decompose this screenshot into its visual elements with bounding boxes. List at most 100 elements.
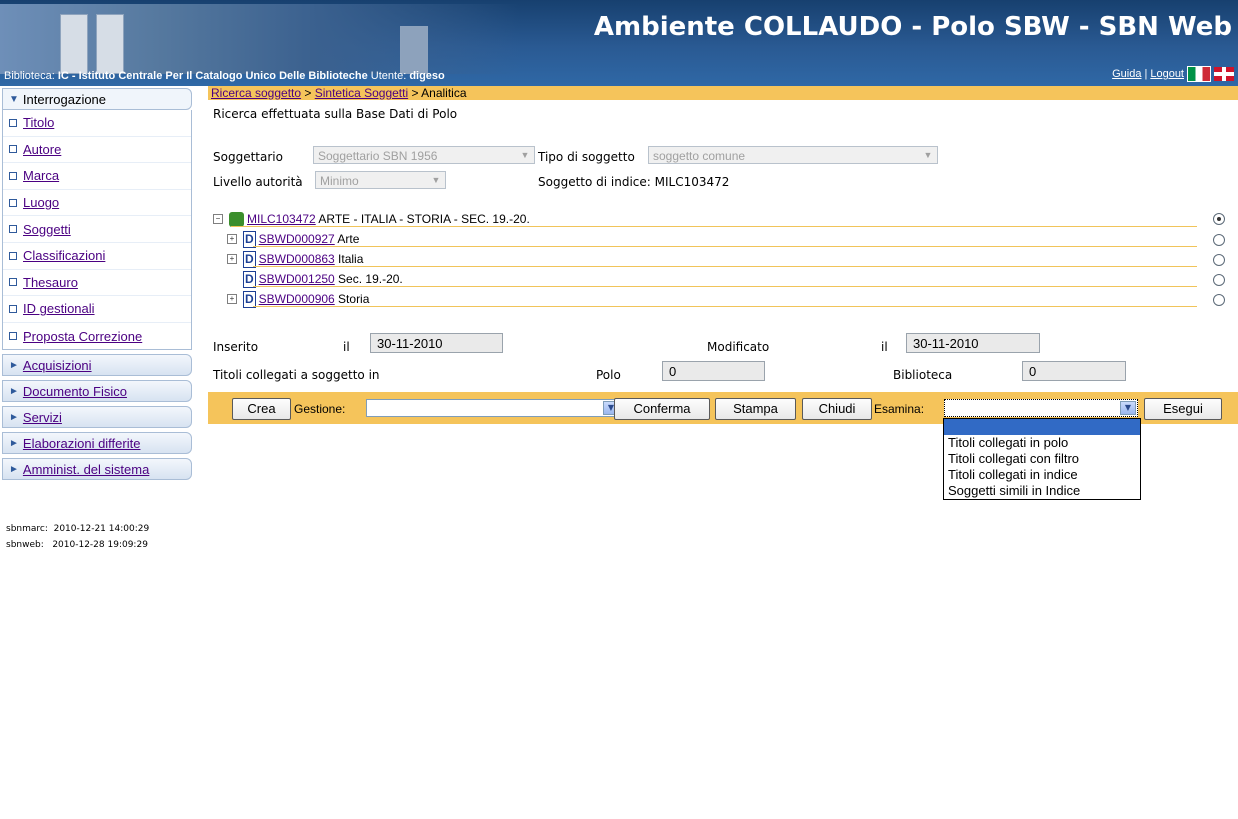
expand-icon[interactable]: + bbox=[227, 254, 237, 264]
sidebar-item-proposta-correzione[interactable]: Proposta Correzione bbox=[3, 323, 191, 350]
tipo-soggetto-value: soggetto comune bbox=[653, 149, 746, 163]
sidebar-item-marca[interactable]: Marca bbox=[3, 163, 191, 190]
breadcrumb-current: Analitica bbox=[421, 86, 467, 100]
book-graphic bbox=[96, 14, 124, 74]
italian-flag-icon[interactable] bbox=[1187, 66, 1211, 82]
breadcrumb-sintetica-soggetti[interactable]: Sintetica Soggetti bbox=[315, 86, 408, 100]
sidebar-item-luogo[interactable]: Luogo bbox=[3, 190, 191, 217]
sidebar-item-id-gestionali[interactable]: ID gestionali bbox=[3, 296, 191, 323]
descriptor-icon: D bbox=[243, 290, 256, 308]
collapse-icon[interactable]: − bbox=[213, 214, 223, 224]
sidebar-section-servizi[interactable]: ► Servizi bbox=[2, 406, 192, 429]
esamina-option[interactable]: Soggetti simili in Indice bbox=[944, 483, 1140, 499]
user-info: Biblioteca: IC - Istituto Centrale Per I… bbox=[4, 70, 445, 82]
sidebar-section-label[interactable]: Elaborazioni differite bbox=[23, 436, 141, 451]
chevron-down-icon: ▼ bbox=[431, 175, 441, 185]
chevron-down-icon: ▼ bbox=[1120, 401, 1136, 415]
livello-autorita-select[interactable]: Minimo ▼ bbox=[315, 171, 446, 189]
tree-child-code[interactable]: SBWD000927 bbox=[259, 232, 335, 246]
sidebar-section-amministrazione[interactable]: ► Amminist. del sistema bbox=[2, 458, 192, 481]
sidebar-section-documento-fisico[interactable]: ► Documento Fisico bbox=[2, 380, 192, 403]
biblioteca-code: IC bbox=[57, 70, 69, 82]
uk-flag-icon[interactable] bbox=[1214, 67, 1234, 81]
sbnweb-stamp: sbnweb: 2010-12-28 19:09:29 bbox=[6, 540, 148, 550]
gestione-select[interactable]: ▼ bbox=[366, 399, 621, 417]
tree-child-radio[interactable] bbox=[1213, 234, 1225, 246]
livello-autorita-value: Minimo bbox=[320, 174, 359, 188]
tree-root-row: − MILC103472 ARTE - ITALIA - STORIA - SE… bbox=[213, 209, 1225, 229]
sidebar-item-label[interactable]: Thesauro bbox=[23, 275, 78, 290]
descriptor-icon: D bbox=[243, 230, 256, 248]
sidebar-item-label[interactable]: ID gestionali bbox=[23, 301, 95, 316]
bullet-icon bbox=[9, 198, 17, 207]
livello-autorita-label: Livello autorità bbox=[213, 175, 303, 189]
sidebar-section-acquisizioni[interactable]: ► Acquisizioni bbox=[2, 354, 192, 377]
esamina-option[interactable]: Titoli collegati con filtro bbox=[944, 451, 1140, 467]
sidebar-section-label[interactable]: Servizi bbox=[23, 410, 62, 425]
modificato-label: Modificato bbox=[707, 340, 770, 354]
tree-root-code[interactable]: MILC103472 bbox=[247, 212, 316, 226]
sidebar-item-classificazioni[interactable]: Classificazioni bbox=[3, 243, 191, 270]
tree-child-radio[interactable] bbox=[1213, 274, 1225, 286]
esegui-button[interactable]: Esegui bbox=[1144, 398, 1222, 420]
modificato-il-label: il bbox=[881, 340, 888, 354]
tree-child-row: + D SBWD000863 Italia bbox=[213, 249, 1225, 269]
chiudi-button[interactable]: Chiudi bbox=[802, 398, 872, 420]
crea-button[interactable]: Crea bbox=[232, 398, 291, 420]
sidebar-submenu: Titolo Autore Marca Luogo Soggetti Class… bbox=[2, 110, 192, 351]
tree-child-code[interactable]: SBWD001250 bbox=[259, 272, 335, 286]
sidebar-section-interrogazione[interactable]: ▼ Interrogazione bbox=[2, 88, 192, 110]
sidebar-item-thesauro[interactable]: Thesauro bbox=[3, 270, 191, 297]
soggettario-select[interactable]: Soggettario SBN 1956 ▼ bbox=[313, 146, 535, 164]
subject-tree-icon bbox=[229, 211, 244, 227]
descriptor-icon: D bbox=[243, 270, 256, 288]
sidebar-item-label[interactable]: Soggetti bbox=[23, 222, 71, 237]
app-header: Ambiente COLLAUDO - Polo SBW - SBN Web B… bbox=[0, 0, 1238, 86]
guida-link[interactable]: Guida bbox=[1112, 68, 1141, 80]
sidebar-item-label[interactable]: Proposta Correzione bbox=[23, 329, 142, 344]
conferma-button[interactable]: Conferma bbox=[614, 398, 710, 420]
esamina-option-empty[interactable] bbox=[944, 419, 1140, 435]
search-info-text: Ricerca effettuata sulla Base Dati di Po… bbox=[213, 107, 458, 121]
tree-child-code[interactable]: SBWD000906 bbox=[259, 292, 335, 306]
sidebar-item-label[interactable]: Classificazioni bbox=[23, 248, 105, 263]
sidebar-section-label[interactable]: Documento Fisico bbox=[23, 384, 127, 399]
esamina-option[interactable]: Titoli collegati in indice bbox=[944, 467, 1140, 483]
chevron-down-icon: ▼ bbox=[520, 150, 530, 160]
sidebar-item-soggetti[interactable]: Soggetti bbox=[3, 216, 191, 243]
sidebar-item-autore[interactable]: Autore bbox=[3, 137, 191, 164]
bullet-icon bbox=[9, 251, 17, 260]
tree-child-text: Storia bbox=[334, 292, 370, 306]
sidebar-section-label[interactable]: Acquisizioni bbox=[23, 358, 92, 373]
tipo-soggetto-select[interactable]: soggetto comune ▼ bbox=[648, 146, 938, 164]
tree-child-code[interactable]: SBWD000863 bbox=[259, 252, 335, 266]
sidebar-section-label[interactable]: Amminist. del sistema bbox=[23, 462, 149, 477]
stampa-button[interactable]: Stampa bbox=[715, 398, 796, 420]
sidebar-item-label[interactable]: Luogo bbox=[23, 195, 59, 210]
sidebar-item-label[interactable]: Autore bbox=[23, 142, 61, 157]
biblioteca-count-field: 0 bbox=[1022, 361, 1126, 381]
triangle-right-icon: ► bbox=[9, 385, 19, 397]
esamina-select[interactable]: ▼ bbox=[944, 399, 1138, 417]
version-stamps: sbnmarc: 2010-12-21 14:00:29 sbnweb: 201… bbox=[6, 521, 149, 553]
soggettario-value: Soggettario SBN 1956 bbox=[318, 149, 438, 163]
sidebar-item-label[interactable]: Marca bbox=[23, 168, 59, 183]
esamina-label: Esamina: bbox=[874, 402, 925, 416]
breadcrumb-ricerca-soggetto[interactable]: Ricerca soggetto bbox=[211, 86, 301, 100]
inserito-date-field: 30-11-2010 bbox=[370, 333, 503, 353]
expand-icon[interactable]: + bbox=[227, 294, 237, 304]
tree-child-radio[interactable] bbox=[1213, 254, 1225, 266]
esamina-option[interactable]: Titoli collegati in polo bbox=[944, 435, 1140, 451]
tree-root-radio[interactable] bbox=[1213, 213, 1225, 225]
sidebar-section-elaborazioni-differite[interactable]: ► Elaborazioni differite bbox=[2, 432, 192, 455]
triangle-right-icon: ► bbox=[9, 463, 19, 475]
tree-child-radio[interactable] bbox=[1213, 294, 1225, 306]
header-links: Guida | Logout bbox=[1112, 66, 1234, 82]
expand-icon[interactable]: + bbox=[227, 234, 237, 244]
logout-link[interactable]: Logout bbox=[1150, 68, 1184, 80]
biblioteca-label: Biblioteca: bbox=[4, 70, 55, 82]
triangle-right-icon: ► bbox=[9, 411, 19, 423]
sidebar-item-titolo[interactable]: Titolo bbox=[3, 110, 191, 137]
biblioteca-label: Biblioteca bbox=[893, 368, 953, 382]
sidebar-item-label[interactable]: Titolo bbox=[23, 115, 54, 130]
